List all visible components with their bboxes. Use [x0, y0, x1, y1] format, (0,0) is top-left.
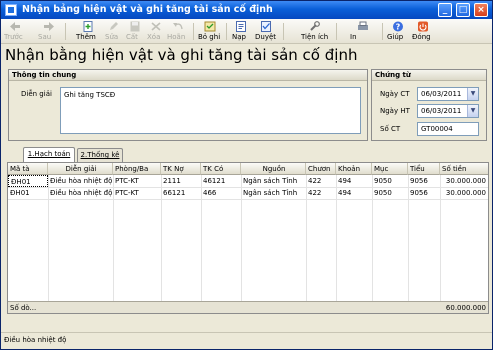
table-footer: Số dò... 60.000.000: [8, 301, 488, 313]
accounting-table: Mã tà Diễn giải Phòng/Ba TK Nợ TK Có Ngu…: [7, 162, 489, 314]
next-button[interactable]: Sau: [38, 20, 60, 43]
print-icon: [358, 21, 368, 30]
help-button[interactable]: ? Giúp: [387, 20, 409, 43]
add-document-icon: [83, 21, 93, 32]
voucher-header: Chứng từ: [372, 70, 486, 81]
table-cell[interactable]: Ngân sách Tỉnh: [241, 175, 306, 187]
date-ht-label: Ngày HT: [380, 107, 410, 115]
table-cell[interactable]: 9056: [408, 175, 440, 187]
date-ct-field[interactable]: 06/03/2011 ▼: [417, 87, 479, 101]
toolbar: Trước Sau Thêm Sửa Cất Xóa Hoãn Bỏ ghi N…: [1, 19, 492, 44]
table-cell[interactable]: ĐH01: [8, 175, 48, 187]
column-header[interactable]: Tiểu: [408, 163, 440, 175]
column-header[interactable]: Chươn: [306, 163, 336, 175]
description-field[interactable]: Ghi tăng TSCĐ: [60, 87, 361, 134]
column-header[interactable]: TK Nợ: [161, 163, 201, 175]
edit-icon: [110, 22, 118, 30]
tools-icon: [310, 21, 320, 31]
app-icon: [5, 4, 17, 16]
tab-accounting[interactable]: 1.Hạch toán: [23, 147, 75, 163]
window-title: Nhận bảng hiện vật và ghi tăng tài sản c…: [22, 4, 273, 15]
utilities-button[interactable]: Tiện ích: [301, 20, 329, 43]
table-cell[interactable]: 30.000.000: [440, 187, 488, 199]
chevron-down-icon[interactable]: ▼: [467, 105, 478, 117]
date-ht-field[interactable]: 06/03/2011 ▼: [417, 104, 479, 118]
tab-statistics[interactable]: 2.Thống kê: [77, 148, 123, 162]
date-ct-label: Ngày CT: [380, 90, 410, 98]
table-cell[interactable]: 9050: [372, 187, 408, 199]
refresh-icon: [236, 21, 246, 32]
main-window: Nhận bảng hiện vật và ghi tăng tài sản c…: [0, 0, 493, 350]
table-cell[interactable]: ĐH01: [8, 187, 48, 199]
column-header[interactable]: Nguồn: [241, 163, 306, 175]
minimize-button[interactable]: _: [438, 3, 452, 17]
undo-button[interactable]: Hoãn: [167, 20, 189, 43]
table-cell[interactable]: Điều hòa nhiệt độ: [48, 175, 113, 187]
unpost-icon: [204, 21, 216, 32]
table-cell[interactable]: 494: [336, 187, 372, 199]
column-header[interactable]: Phòng/Ba: [113, 163, 161, 175]
delete-button[interactable]: Xóa: [147, 20, 165, 43]
voucher-number-field[interactable]: GT00004: [417, 122, 479, 136]
close-button[interactable]: Đóng: [412, 20, 434, 43]
table-cell[interactable]: 66121: [161, 187, 201, 199]
table-cell[interactable]: Ngân sách Tỉnh: [241, 187, 306, 199]
load-button[interactable]: Nạp: [232, 20, 250, 43]
window-close-button[interactable]: ×: [474, 3, 488, 17]
prev-button[interactable]: Trước: [4, 20, 26, 43]
general-info-header: Thông tin chung: [9, 70, 367, 81]
voucher-number-label: Số CT: [380, 125, 401, 133]
unpost-button[interactable]: Bỏ ghi: [198, 20, 222, 43]
general-info-group: Thông tin chung Diễn giải Ghi tăng TSCĐ: [8, 69, 368, 141]
table-cell[interactable]: 2111: [161, 175, 201, 187]
table-cell[interactable]: 9056: [408, 187, 440, 199]
table-cell[interactable]: 30.000.000: [440, 175, 488, 187]
table-cell[interactable]: 46121: [201, 175, 241, 187]
table-cell[interactable]: Điều hòa nhiệt độ: [48, 187, 113, 199]
description-label: Diễn giải: [21, 90, 52, 98]
status-bar: Điều hòa nhiệt độ: [1, 332, 492, 349]
arrow-left-icon: [10, 22, 20, 31]
table-cell[interactable]: 494: [336, 175, 372, 187]
footer-label: Số dò...: [10, 304, 37, 312]
column-header[interactable]: Mục: [372, 163, 408, 175]
page-title: Nhận bằng hiện vật và ghi tăng tài sản c…: [5, 46, 358, 64]
close-icon: [418, 21, 428, 32]
table-cell[interactable]: PTC-KT: [113, 175, 161, 187]
voucher-group: Chứng từ Ngày CT 06/03/2011 ▼ Ngày HT 06/…: [371, 69, 487, 141]
maximize-button[interactable]: □: [456, 3, 470, 17]
undo-icon: [173, 23, 183, 30]
approve-button[interactable]: Duyệt: [255, 20, 277, 43]
save-icon: [130, 21, 140, 32]
delete-icon: [151, 22, 161, 31]
print-button[interactable]: In: [350, 20, 376, 43]
arrow-right-icon: [44, 22, 54, 31]
title-bar: Nhận bảng hiện vật và ghi tăng tài sản c…: [1, 1, 492, 19]
column-header[interactable]: Diễn giải: [48, 163, 113, 175]
add-button[interactable]: Thêm: [76, 20, 100, 43]
approve-icon: [261, 21, 271, 32]
table-cell[interactable]: 422: [306, 187, 336, 199]
help-icon: ?: [393, 21, 403, 32]
table-cell[interactable]: 466: [201, 187, 241, 199]
svg-text:?: ?: [396, 23, 401, 32]
column-header[interactable]: Số tiền: [440, 163, 488, 175]
save-button[interactable]: Cất: [126, 20, 144, 43]
column-header[interactable]: TK Có: [201, 163, 241, 175]
chevron-down-icon[interactable]: ▼: [467, 88, 478, 100]
column-header[interactable]: Khoản: [336, 163, 372, 175]
table-cell[interactable]: PTC-KT: [113, 187, 161, 199]
footer-total: 60.000.000: [445, 304, 486, 312]
table-cell[interactable]: 422: [306, 175, 336, 187]
table-cell[interactable]: 9050: [372, 175, 408, 187]
column-header[interactable]: Mã tà: [8, 163, 48, 175]
edit-button[interactable]: Sửa: [105, 20, 123, 43]
